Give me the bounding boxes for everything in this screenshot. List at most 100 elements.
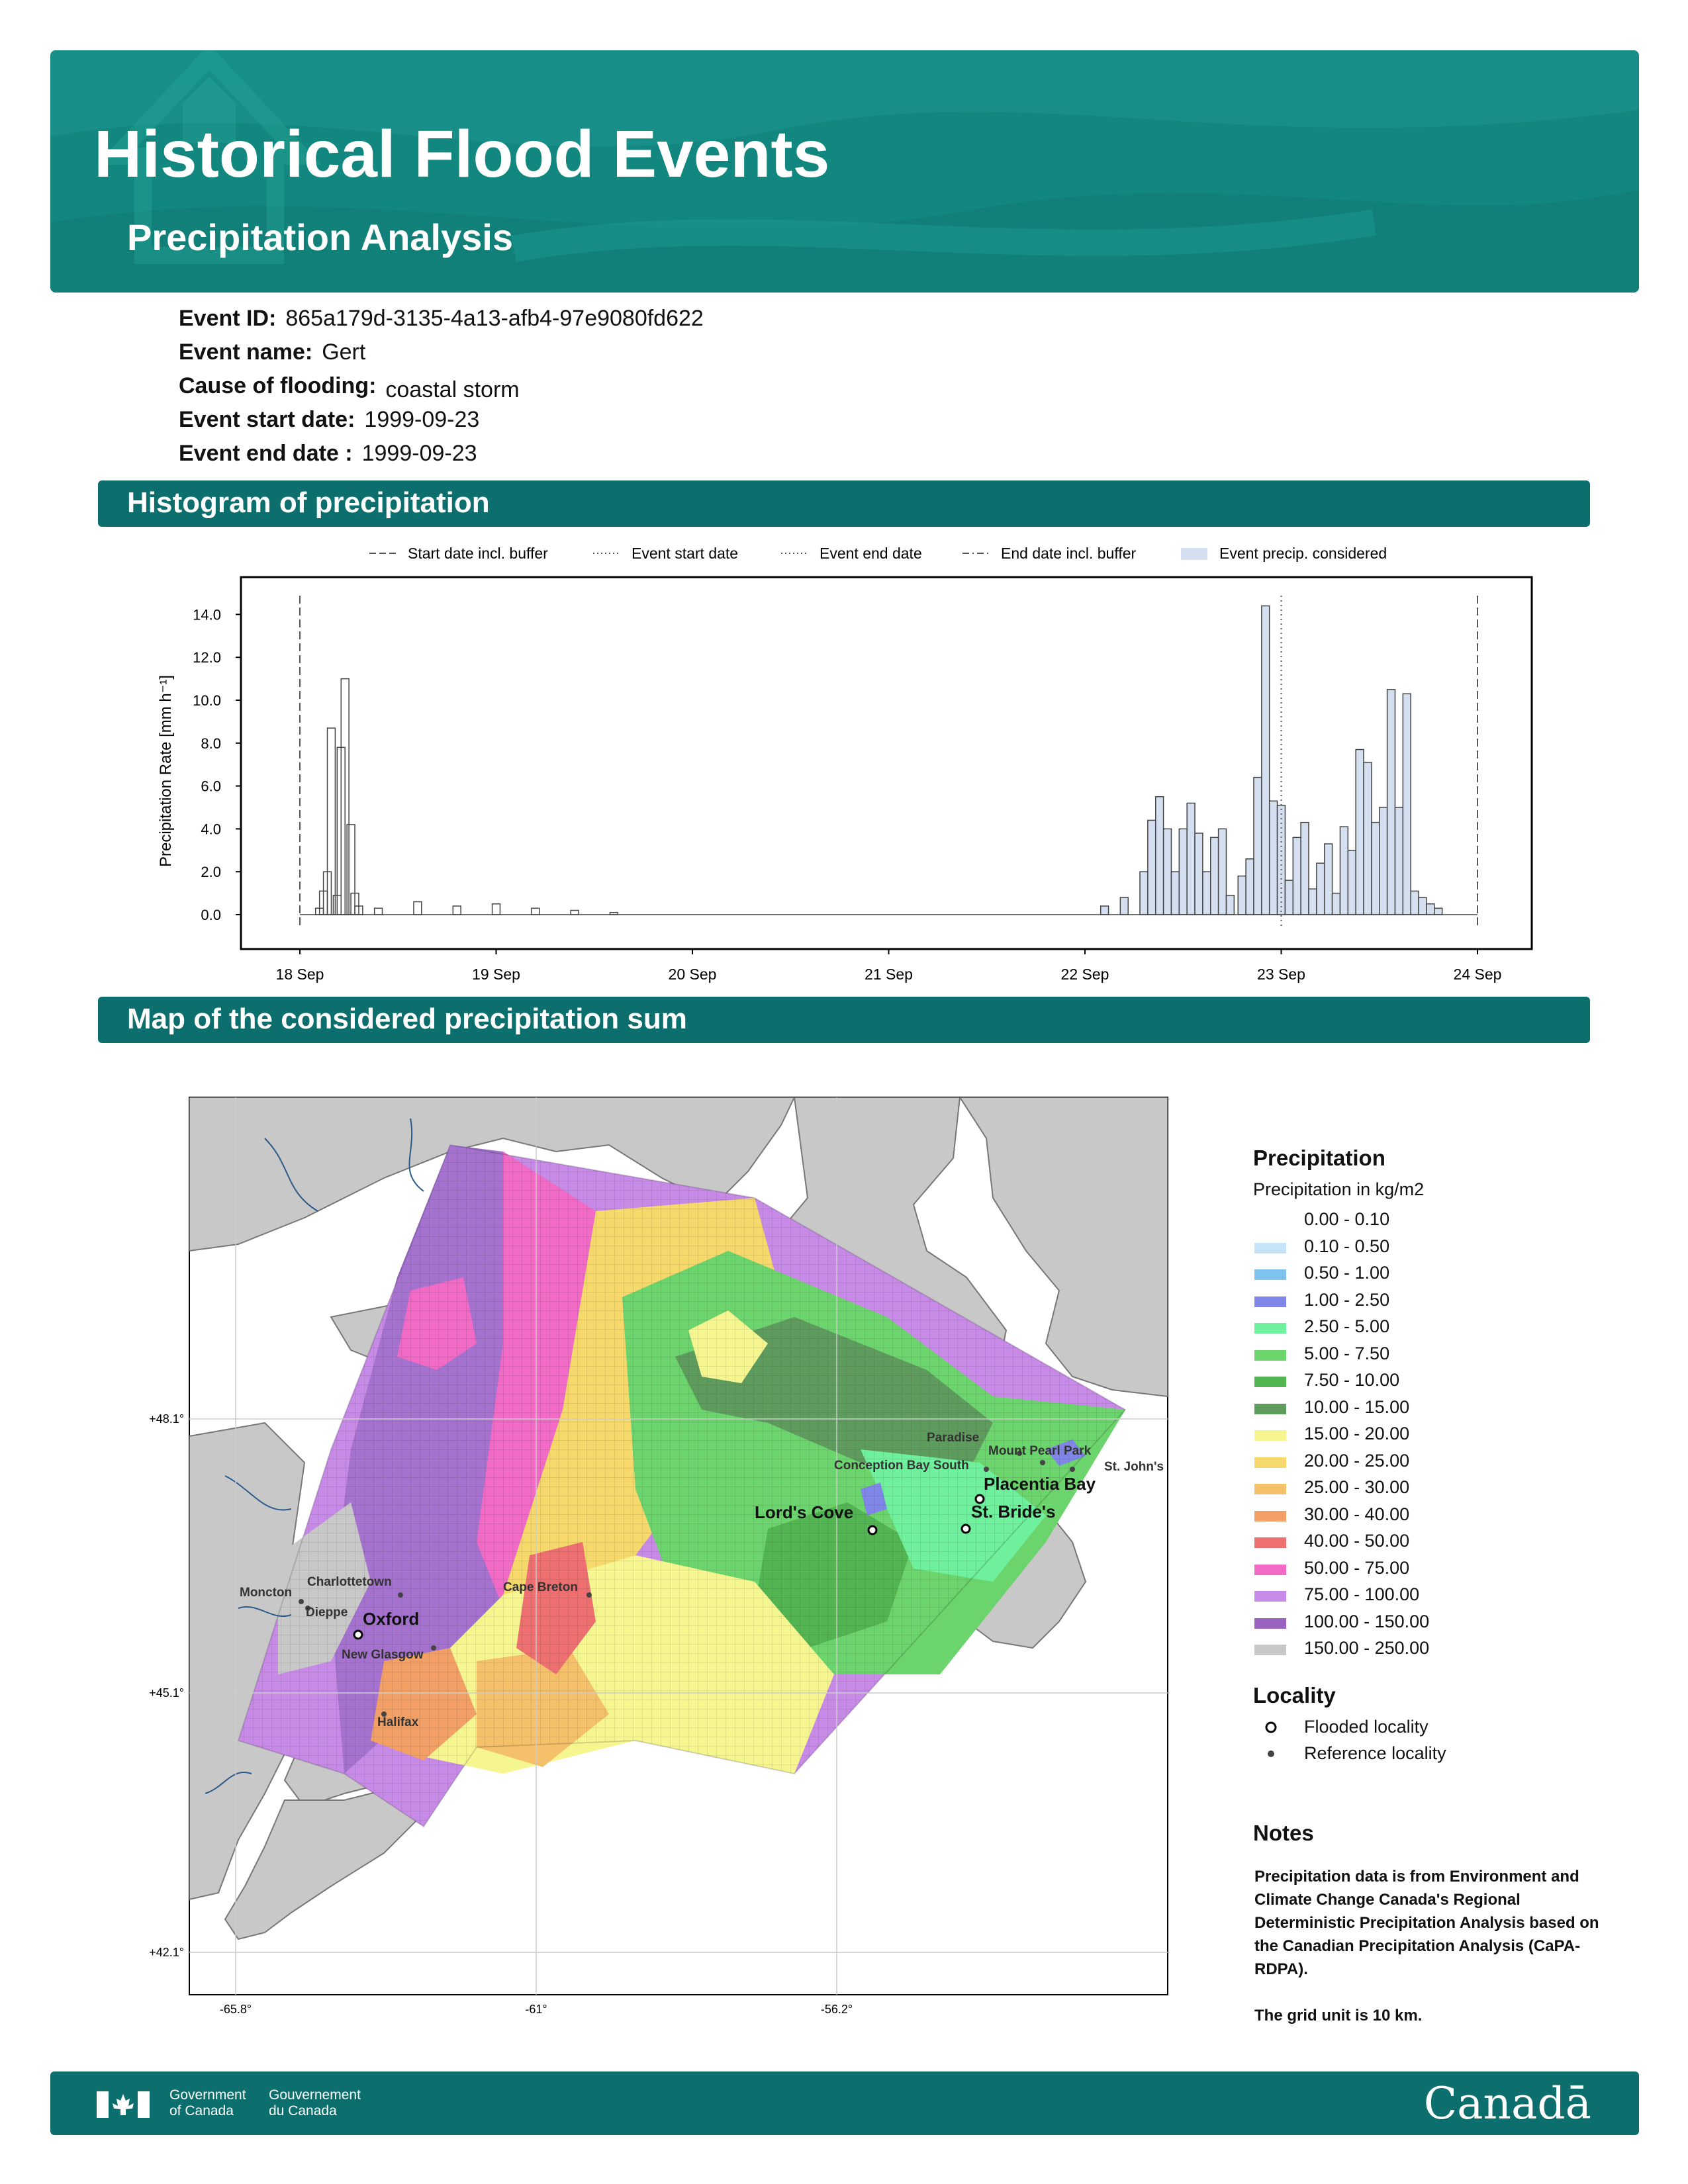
precipitation-legend-subtitle: Precipitation in kg/m2 [1253,1179,1425,1199]
precipitation-map: +48.1° +45.1° +42.1° -65.8° -61° -56.2° … [149,1097,1168,2016]
histogram-bar [1100,905,1109,915]
flooded-locality-label: Placentia Bay [984,1474,1096,1494]
y-axis-ticks: 0.0 2.0 4.0 6.0 8.0 10.0 12.0 14.0 [193,606,241,923]
histogram-bar [1363,762,1372,915]
legend-swatch [1254,1591,1286,1602]
histogram-section-bar: Histogram of precipitation [98,480,1590,527]
event-name-row: Event name: Gert [179,340,365,365]
histogram-bar [1402,693,1411,915]
lat-label: +48.1° [149,1412,184,1426]
reference-locality-label: Dieppe [306,1606,348,1619]
histogram-bar [1316,862,1325,915]
histogram-bar [1154,796,1164,915]
x-tick-label: 24 Sep [1454,966,1502,983]
event-end-label: Event end date : [179,441,353,466]
locality-legend-title: Locality [1253,1683,1336,1707]
notes-paragraph: Precipitation data is from Environment a… [1254,1868,1599,1978]
event-start-value: 1999-09-23 [364,407,480,432]
event-end-row: Event end date : 1999-09-23 [179,441,477,467]
legend-class-label: 1.00 - 2.50 [1304,1289,1390,1310]
event-cause-value: coastal storm [385,377,520,402]
legend-swatch [1254,1510,1286,1522]
y-axis-label: Precipitation Rate [mm h⁻¹] [157,675,175,867]
histogram-bar [1418,897,1427,915]
y-tick-label: 4.0 [201,821,221,837]
histogram-bar [1394,807,1404,915]
legend-class-label: 10.00 - 15.00 [1304,1396,1410,1417]
notes-title: Notes [1253,1821,1314,1845]
legend-class-label: 0.00 - 0.10 [1304,1209,1390,1229]
map-section-bar: Map of the considered precipitation sum [98,997,1590,1043]
legend-class-label: 100.00 - 150.00 [1304,1611,1430,1631]
page-footer: Government of Canada Gouvernement du Can… [50,2071,1639,2135]
legend-swatch [1254,1377,1286,1387]
reference-locality-marker-icon [1268,1751,1274,1757]
page-header: Historical Flood Events Precipitation An… [50,50,1639,293]
legend-swatch [1254,1296,1286,1307]
y-tick-label: 6.0 [201,778,221,795]
reference-locality-label: Charlottetown [307,1575,392,1589]
legend-swatch [1254,1242,1286,1253]
event-cause-row: Cause of flooding: coastal storm [179,373,520,402]
flooded-locality-label: St. Bride's [971,1502,1056,1522]
lon-label: -65.8° [220,2003,252,2016]
reference-locality-label: Mount Pearl Park [988,1444,1092,1458]
reference-locality-label: New Glasgow [342,1648,424,1662]
x-tick-label: 21 Sep [865,966,913,983]
legend-swatch [1254,1269,1286,1280]
legend-swatch [1254,1216,1286,1226]
gov-en-line: of Canada [169,2103,234,2118]
flooded-locality-legend-label: Flooded locality [1304,1717,1429,1737]
gov-fr-line: du Canada [269,2103,337,2118]
legend-class-label: 7.50 - 10.00 [1304,1370,1400,1390]
legend-swatch [1254,1645,1286,1655]
legend-swatch [1254,1484,1286,1494]
reference-locality-label: Moncton [240,1586,292,1600]
histogram-bar [1162,828,1172,915]
histogram-bar [1323,843,1333,915]
histogram-bar [1245,858,1254,915]
lat-label: +42.1° [149,1946,184,1959]
notes-body: Precipitation data is from Environment a… [1254,1865,1605,2027]
histogram-bar [1253,776,1262,915]
histogram-bar [1347,850,1356,915]
histogram-bar [1170,871,1180,915]
histogram-bar [1268,800,1278,915]
legend-class-label: 30.00 - 40.00 [1304,1504,1410,1524]
legend-swatch [1254,1430,1286,1441]
lon-label: -56.2° [821,2003,853,2016]
x-tick-label: 19 Sep [472,966,520,983]
x-tick-label: 23 Sep [1257,966,1305,983]
legend-swatch [1254,1323,1286,1334]
histogram-bar [1292,837,1301,915]
canada-wordmark: Canadā [1423,2078,1591,2129]
flooded-locality-label: Oxford [363,1609,419,1629]
precipitation-histogram: Start date incl. buffer Event start date… [157,545,1533,983]
legend-swatch [1254,1617,1286,1629]
notes-paragraph: The grid unit is 10 km. [1254,2007,1423,2025]
chart-legend: Start date incl. buffer Event start date… [369,545,1387,562]
histogram-bar [1225,895,1235,915]
reference-locality-label: St. John's [1104,1460,1164,1474]
y-tick-label: 8.0 [201,735,221,752]
histogram-bar [1434,907,1443,915]
x-tick-label: 18 Sep [276,966,324,983]
legend-class-label: 20.00 - 25.00 [1304,1450,1410,1471]
legend-class-label: 25.00 - 30.00 [1304,1477,1410,1497]
histogram-bar [1194,833,1203,915]
y-tick-label: 12.0 [193,649,221,666]
histogram-bar [1186,802,1196,915]
locality-legend-markers [1265,1721,1277,1757]
y-tick-label: 14.0 [193,606,221,623]
legend-end-buffer: End date incl. buffer [1001,545,1136,562]
histogram-bar [1178,828,1188,915]
legend-swatch [1254,1403,1286,1414]
legend-class-label: 75.00 - 100.00 [1304,1584,1420,1604]
reference-locality-label: Cape Breton [503,1580,578,1594]
legend-event-start: Event start date [632,545,738,562]
legend-start-buffer: Start date incl. buffer [408,545,548,562]
y-tick-label: 0.0 [201,907,221,923]
histogram-bar [1217,828,1227,915]
reference-locality-label: Conception Bay South [834,1459,969,1473]
event-id-row: Event ID: 865a179d-3135-4a13-afb4-97e9080… [179,306,704,332]
